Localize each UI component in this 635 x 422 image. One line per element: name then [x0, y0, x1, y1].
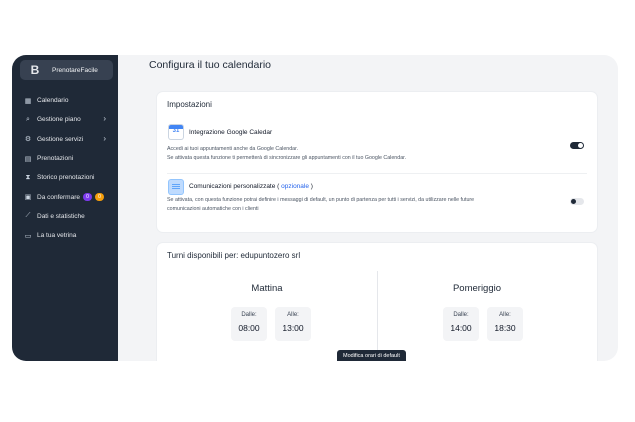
- count-badge: 0: [95, 193, 104, 202]
- afternoon-to[interactable]: Alle: 18:30: [487, 307, 523, 341]
- google-calendar-toggle[interactable]: [570, 142, 584, 149]
- google-calendar-description: Accedi ai tuoi appuntamenti anche da Goo…: [167, 146, 407, 161]
- chevron-right-icon: ›: [103, 133, 106, 143]
- hourglass-icon: ⧗: [25, 173, 31, 181]
- sidebar-nav: ▦ Calendario ⌕ Gestione piano › ⚙ Gestio…: [12, 91, 118, 245]
- settings-title: Impostazioni: [167, 100, 212, 109]
- shift-name: Mattina: [251, 283, 283, 294]
- gear-icon: ⚙: [24, 136, 32, 144]
- morning-from[interactable]: Dalle: 08:00: [231, 307, 267, 341]
- shifts-card: Turni disponibili per: edupuntozero srl …: [157, 243, 597, 361]
- divider: [167, 173, 587, 174]
- calendar-icon: ▦: [24, 97, 32, 105]
- sidebar-item-label: Gestione piano: [37, 116, 81, 124]
- custom-messages-description: Se attivata, con questa funzione potrai …: [167, 197, 475, 212]
- sidebar-item-gestione-piano[interactable]: ⌕ Gestione piano ›: [12, 110, 118, 129]
- optional-link[interactable]: opzionale: [281, 183, 309, 190]
- sidebar-item-label: Da confermare: [37, 193, 80, 201]
- brand-name: PrenotareFacile: [52, 66, 98, 74]
- clipboard-icon: ▣: [24, 194, 32, 202]
- sidebar-item-statistiche[interactable]: ⟋ Dati e statistiche: [12, 207, 118, 226]
- sidebar-item-label: Dati e statistiche: [37, 212, 85, 220]
- custom-messages-title: Comunicazioni personalizzate ( opzionale…: [189, 183, 313, 190]
- afternoon-from[interactable]: Dalle: 14:00: [443, 307, 479, 341]
- store-icon: ▭: [24, 232, 32, 240]
- google-calendar-setting: 31 Integrazione Google Caledar Accedi ai…: [167, 125, 587, 165]
- sidebar-item-label: Prenotazioni: [37, 155, 74, 163]
- sidebar-item-calendario[interactable]: ▦ Calendario: [12, 91, 118, 110]
- custom-messages-setting: Comunicazioni personalizzate ( opzionale…: [167, 180, 587, 220]
- sidebar-item-da-confermare[interactable]: ▣ Da confermare 0 0: [12, 187, 118, 206]
- message-icon: [169, 180, 183, 194]
- sidebar-item-label: Gestione servizi: [37, 135, 84, 143]
- google-calendar-title: Integrazione Google Caledar: [189, 129, 273, 136]
- morning-shift: Mattina Dalle: 08:00 Alle: 13:00: [167, 273, 367, 361]
- page-title: Configura il tuo calendario: [149, 59, 271, 71]
- main-content: Configura il tuo calendario Impostazioni…: [118, 55, 618, 361]
- settings-card: Impostazioni 31 Integrazione Google Cale…: [157, 92, 597, 232]
- app-window: B PrenotareFacile ▦ Calendario ⌕ Gestion…: [12, 55, 618, 361]
- morning-to[interactable]: Alle: 13:00: [275, 307, 311, 341]
- sidebar-item-storico[interactable]: ⧗ Storico prenotazioni: [12, 168, 118, 187]
- shifts-title: Turni disponibili per: edupuntozero srl: [167, 251, 301, 260]
- shift-name: Pomeriggio: [452, 283, 502, 294]
- search-icon: ⌕: [26, 115, 30, 123]
- sidebar: B PrenotareFacile ▦ Calendario ⌕ Gestion…: [12, 55, 118, 361]
- brand-logo: B: [30, 63, 40, 77]
- custom-messages-toggle[interactable]: [570, 198, 584, 205]
- sidebar-item-label: La tua vetrina: [37, 232, 77, 240]
- sidebar-item-label: Storico prenotazioni: [37, 174, 95, 182]
- afternoon-shift: Pomeriggio Dalle: 14:00 Alle: 18:30: [377, 273, 577, 361]
- count-badge: 0: [83, 193, 92, 202]
- google-calendar-icon: 31: [169, 125, 183, 139]
- sidebar-item-vetrina[interactable]: ▭ La tua vetrina: [12, 226, 118, 245]
- sidebar-item-label: Calendario: [37, 97, 69, 105]
- chevron-right-icon: ›: [103, 114, 106, 124]
- sidebar-item-prenotazioni[interactable]: ▤ Prenotazioni: [12, 149, 118, 168]
- booking-icon: ▤: [24, 155, 32, 163]
- brand[interactable]: B PrenotareFacile: [20, 60, 113, 80]
- sidebar-item-gestione-servizi[interactable]: ⚙ Gestione servizi ›: [12, 130, 118, 149]
- edit-default-hours-tooltip: Modifica orari di default: [337, 350, 406, 361]
- chart-icon: ⟋: [25, 212, 31, 220]
